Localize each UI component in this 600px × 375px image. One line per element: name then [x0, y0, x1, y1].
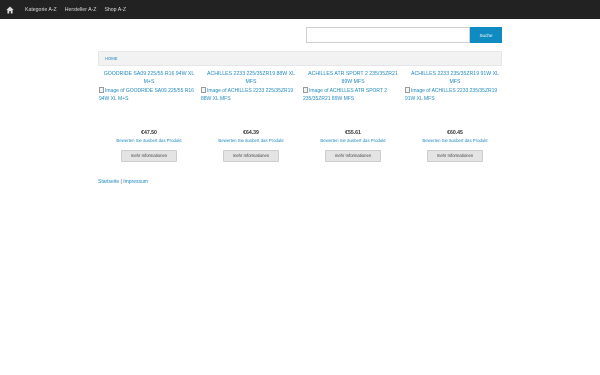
product-image-alt: Image of ACHILLES ATR SPORT 2 235/35ZR21…	[303, 88, 388, 102]
nav-item-kategorie[interactable]: Kategorie A-Z	[25, 7, 57, 13]
product-review-link[interactable]: Bewerten Sie äusbert das Produkt	[302, 137, 404, 144]
product-title-link[interactable]: GOODRIDE SA09 225/55 R16 94W XL M+S	[98, 70, 200, 87]
nav-item-shop[interactable]: Shop A-Z	[104, 7, 126, 13]
product-title-link[interactable]: ACHILLES ATR SPORT 2 235/35ZR21 89W MFS	[302, 70, 404, 87]
top-navbar: Kategorie A-Z Hersteller A-Z Shop A-Z	[0, 0, 600, 19]
more-info-button[interactable]: mehr Informationen	[223, 150, 279, 162]
search-button[interactable]: Suche	[470, 27, 502, 43]
product-image[interactable]: Image of ACHILLES ATR SPORT 2 235/35ZR21…	[302, 87, 404, 127]
broken-image-icon	[201, 87, 206, 93]
product-review-link[interactable]: Bewerten Sie äusbert das Produkt	[200, 137, 302, 144]
product-card: GOODRIDE SA09 225/55 R16 94W XL M+S Imag…	[98, 70, 200, 162]
footer-imprint-link[interactable]: Impressum	[123, 179, 148, 185]
product-price: €64.39	[243, 130, 259, 136]
product-title-link[interactable]: ACHILLES 2233 225/35ZR19 88W XL MFS	[200, 70, 302, 87]
more-info-button[interactable]: mehr Informationen	[427, 150, 483, 162]
product-image[interactable]: Image of ACHILLES 2233 235/35ZR19 91W XL…	[404, 87, 506, 127]
broken-image-icon	[405, 87, 410, 93]
more-info-button[interactable]: mehr Informationen	[121, 150, 177, 162]
product-list: GOODRIDE SA09 225/55 R16 94W XL M+S Imag…	[98, 70, 506, 162]
broken-image-icon	[303, 87, 308, 93]
home-icon[interactable]	[2, 0, 18, 19]
breadcrumb: HOME	[98, 51, 502, 66]
nav-item-hersteller[interactable]: Hersteller A-Z	[65, 7, 97, 13]
footer-separator: |	[120, 179, 122, 185]
product-review-link[interactable]: Bewerten Sie äusbert das Produkt	[98, 137, 200, 144]
more-info-button[interactable]: mehr Informationen	[325, 150, 381, 162]
product-image-alt: Image of ACHILLES 2233 225/35ZR19 88W XL…	[201, 88, 294, 102]
product-review-link[interactable]: Bewerten Sie äusbert das Produkt	[404, 137, 506, 144]
footer-links: Startseite | Impressum	[98, 179, 148, 185]
broken-image-icon	[99, 87, 104, 93]
product-image[interactable]: Image of ACHILLES 2233 225/35ZR19 88W XL…	[200, 87, 302, 127]
footer-home-link[interactable]: Startseite	[98, 179, 119, 185]
product-price: €47.50	[141, 130, 157, 136]
product-card: ACHILLES 2233 235/35ZR19 91W XL MFS Imag…	[404, 70, 506, 162]
breadcrumb-home-link[interactable]: HOME	[105, 56, 118, 61]
product-image[interactable]: Image of GOODRIDE SA09 225/55 R16 94W XL…	[98, 87, 200, 127]
product-image-alt: Image of GOODRIDE SA09 225/55 R16 94W XL…	[99, 88, 194, 102]
product-card: ACHILLES 2233 225/35ZR19 88W XL MFS Imag…	[200, 70, 302, 162]
product-price: €60.45	[447, 130, 463, 136]
search-bar: Suche	[306, 27, 502, 43]
product-card: ACHILLES ATR SPORT 2 235/35ZR21 89W MFS …	[302, 70, 404, 162]
search-input[interactable]	[306, 27, 470, 43]
product-price: €55.61	[345, 130, 361, 136]
product-title-link[interactable]: ACHILLES 2233 235/35ZR19 91W XL MFS	[404, 70, 506, 87]
product-image-alt: Image of ACHILLES 2233 235/35ZR19 91W XL…	[405, 88, 498, 102]
